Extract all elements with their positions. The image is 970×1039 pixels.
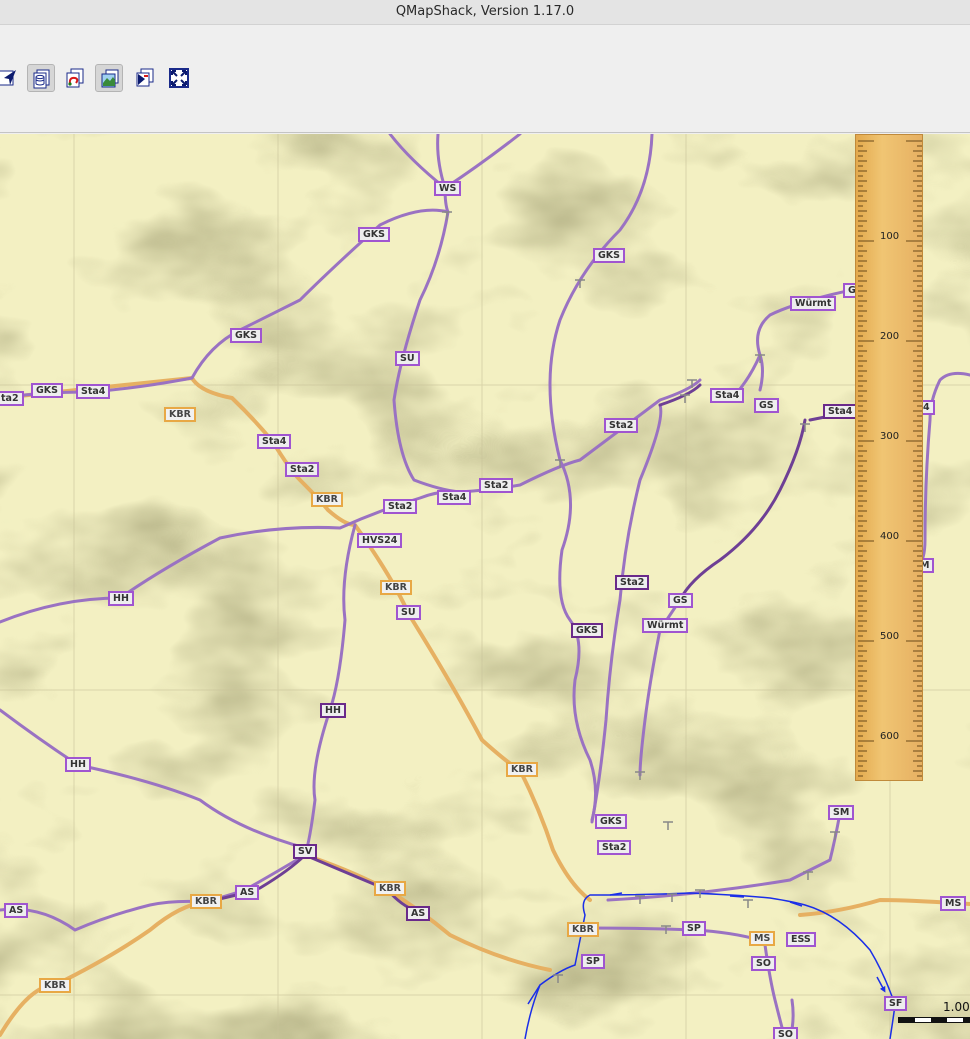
- road-label: SU: [396, 605, 421, 620]
- road-label: KBR: [374, 881, 406, 896]
- select-area-button[interactable]: [0, 64, 22, 92]
- road-label: Sta2: [615, 575, 650, 590]
- road-label: HH: [320, 703, 346, 718]
- select-area-icon: [0, 70, 16, 86]
- map-layer: [0, 134, 970, 1039]
- road-label: Würmt: [790, 296, 837, 311]
- toolbar: [0, 25, 970, 133]
- scale-bar: [898, 1017, 970, 1023]
- road-label: GKS: [593, 248, 626, 263]
- road-label: Sta2: [383, 499, 418, 514]
- map-canvas[interactable]: WS GKS GKS Würmt G GKS SU ta2 GKS Sta4 K…: [0, 134, 970, 1039]
- road-label: Würmt: [642, 618, 689, 633]
- road-label: AS: [235, 885, 260, 900]
- road-label: SP: [682, 921, 706, 936]
- road-label: KBR: [311, 492, 343, 507]
- database-button[interactable]: [27, 64, 55, 92]
- road-label: KBR: [190, 894, 222, 909]
- road-label: Sta4: [710, 388, 745, 403]
- road-label: GKS: [595, 814, 628, 829]
- map-view-icon: [101, 69, 119, 88]
- road-label: KBR: [164, 407, 196, 422]
- road-label: KBR: [567, 922, 599, 937]
- fullscreen-icon: [169, 68, 189, 88]
- map-view-button[interactable]: [95, 64, 123, 92]
- route-icon: [66, 68, 84, 88]
- road-label: WS: [434, 181, 462, 196]
- road-label: ESS: [786, 932, 816, 947]
- scale-value: 1.00: [943, 1000, 970, 1014]
- road-label: SV: [293, 844, 318, 859]
- fullscreen-button[interactable]: [165, 64, 193, 92]
- road-label: KBR: [506, 762, 538, 777]
- road-label: GKS: [230, 328, 263, 343]
- road-label: KBR: [380, 580, 412, 595]
- road-label: HH: [108, 591, 134, 606]
- road-label: GKS: [358, 227, 391, 242]
- road-label: KBR: [39, 978, 71, 993]
- road-label: Sta2: [479, 478, 514, 493]
- measurement-ruler[interactable]: 100 200 300 400 500 600: [855, 134, 923, 781]
- road-label: AS: [406, 906, 431, 921]
- road-label: HVS24: [357, 533, 403, 548]
- route-button[interactable]: [61, 64, 89, 92]
- road-label: SF: [884, 996, 908, 1011]
- road-label: Sta4: [823, 404, 858, 419]
- road-label: SP: [581, 954, 605, 969]
- road-label: SO: [751, 956, 776, 971]
- window-title: QMapShack, Version 1.17.0: [395, 4, 575, 19]
- road-label: GKS: [31, 383, 64, 398]
- road-label: ta2: [0, 391, 24, 406]
- road-label: MS: [749, 931, 776, 946]
- road-label: Sta4: [257, 434, 292, 449]
- road-label: Sta2: [604, 418, 639, 433]
- ruler-label: 400: [880, 531, 900, 542]
- ruler-label: 500: [880, 631, 900, 642]
- road-label: SO: [773, 1027, 798, 1039]
- window-titlebar: QMapShack, Version 1.17.0: [0, 0, 970, 25]
- road-label: Sta4: [76, 384, 111, 399]
- road-label: SM: [828, 805, 855, 820]
- ruler-label: 100: [880, 231, 900, 242]
- road-label: GS: [754, 398, 779, 413]
- database-icon: [33, 69, 50, 89]
- dem-view-icon: [136, 68, 154, 87]
- road-label: GKS: [571, 623, 604, 638]
- road-label: Sta4: [437, 490, 472, 505]
- road-label: Sta2: [597, 840, 632, 855]
- road-label: HH: [65, 757, 91, 772]
- road-label: GS: [668, 593, 693, 608]
- ruler-label: 600: [880, 731, 900, 742]
- road-label: SU: [395, 351, 420, 366]
- ruler-label: 300: [880, 431, 900, 442]
- road-label: MS: [940, 896, 967, 911]
- ruler-label: 200: [880, 331, 900, 342]
- road-label: Sta2: [285, 462, 320, 477]
- dem-view-button[interactable]: [131, 64, 159, 92]
- hillshade: [0, 134, 970, 1039]
- road-label: AS: [4, 903, 29, 918]
